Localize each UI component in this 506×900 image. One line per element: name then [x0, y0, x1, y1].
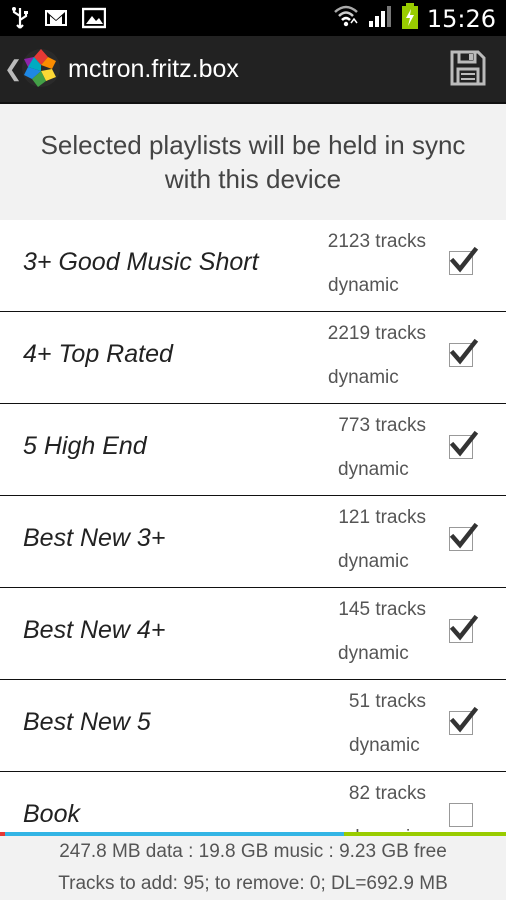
checkmark-icon: [449, 614, 479, 641]
gmail-icon: [44, 8, 68, 33]
battery-charging-icon: [401, 2, 419, 35]
playlist-name: 5 High End: [23, 432, 147, 460]
action-bar: ❮ mctron.fritz.box: [0, 36, 506, 104]
status-bar: 15:26: [0, 0, 506, 36]
wifi-icon: [333, 2, 359, 35]
playlist-track-count: 2123 tracks: [327, 231, 426, 252]
signal-icon: [367, 3, 393, 34]
playlist-type: dynamic: [328, 367, 399, 388]
playlist-row[interactable]: 4+ Top Rated 2219 tracks dynamic: [0, 312, 506, 404]
app-title: mctron.fritz.box: [68, 55, 239, 83]
playlist-track-count: 2219 tracks: [327, 323, 426, 344]
usb-icon: [10, 6, 30, 35]
checkmark-icon: [449, 430, 479, 457]
playlist-track-count: 121 tracks: [338, 507, 426, 528]
playlist-type: dynamic: [338, 459, 409, 480]
checkmark-icon: [449, 522, 479, 549]
sync-instructions: Selected playlists will be held in sync …: [0, 104, 506, 220]
playlist-checkbox[interactable]: [449, 706, 479, 735]
playlist-list[interactable]: 3+ Good Music Short 2123 tracks dynamic 4+ …: [0, 220, 506, 832]
checkmark-icon: [449, 706, 479, 733]
playlist-track-count: 773 tracks: [338, 415, 426, 436]
system-icons: 15:26: [333, 2, 496, 35]
playlist-name: Book: [23, 800, 80, 828]
playlist-name: Best New 3+: [23, 524, 166, 552]
storage-summary: 247.8 MB data : 19.8 GB music : 9.23 GB …: [0, 836, 506, 900]
save-icon: [450, 50, 486, 86]
playlist-checkbox[interactable]: [449, 430, 479, 459]
playlist-type: dynamic: [338, 643, 409, 664]
playlist-track-count: 51 tracks: [348, 691, 426, 712]
playlist-row[interactable]: 5 High End 773 tracks dynamic: [0, 404, 506, 496]
playlist-name: 3+ Good Music Short: [23, 248, 259, 276]
playlist-checkbox[interactable]: [449, 338, 479, 367]
gallery-icon: [81, 7, 107, 34]
notification-icons: [10, 6, 107, 35]
checkmark-icon: [449, 338, 479, 365]
playlist-type: dynamic: [349, 735, 420, 756]
app-logo-icon[interactable]: [20, 47, 62, 89]
playlist-track-count: 82 tracks: [348, 783, 426, 804]
playlist-checkbox[interactable]: [449, 246, 479, 275]
playlist-type: dynamic: [338, 551, 409, 572]
playlist-name: Best New 5: [23, 708, 151, 736]
playlist-row[interactable]: Best New 4+ 145 tracks dynamic: [0, 588, 506, 680]
playlist-checkbox[interactable]: [449, 522, 479, 551]
playlist-name: Best New 4+: [23, 616, 166, 644]
playlist-checkbox[interactable]: [449, 614, 479, 643]
sync-instructions-text: Selected playlists will be held in sync …: [40, 130, 466, 194]
playlist-row[interactable]: Best New 3+ 121 tracks dynamic: [0, 496, 506, 588]
playlist-name: 4+ Top Rated: [23, 340, 173, 368]
playlist-track-count: 145 tracks: [338, 599, 426, 620]
playlist-checkbox[interactable]: [449, 803, 473, 827]
sync-summary-line: Tracks to add: 95; to remove: 0; DL=692.…: [58, 873, 448, 894]
checkmark-icon: [449, 246, 479, 273]
playlist-row[interactable]: Best New 5 51 tracks dynamic: [0, 680, 506, 772]
playlist-row[interactable]: Book82 tracksdynamic: [0, 772, 506, 832]
playlist-row[interactable]: 3+ Good Music Short 2123 tracks dynamic: [0, 220, 506, 312]
storage-summary-line: 247.8 MB data : 19.8 GB music : 9.23 GB …: [59, 841, 447, 862]
clock: 15:26: [426, 4, 496, 33]
save-button[interactable]: [450, 50, 486, 86]
playlist-type: dynamic: [328, 275, 399, 296]
